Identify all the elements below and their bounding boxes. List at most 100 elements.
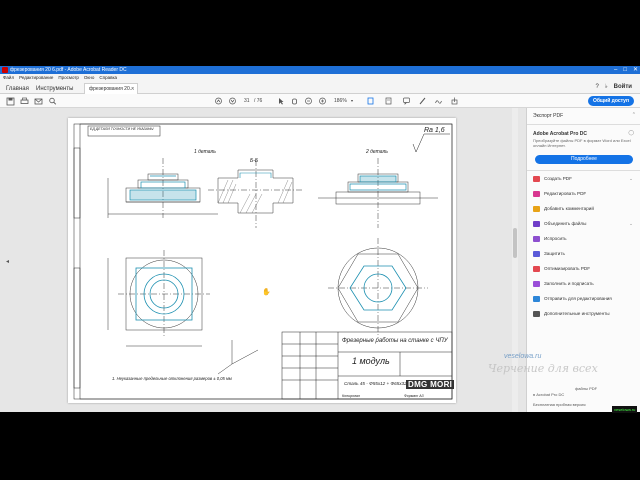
zoom-chevron-down-icon[interactable]: ▾ — [351, 96, 353, 106]
tool-label: Заполнить и подписать — [544, 281, 594, 286]
email-icon[interactable] — [34, 96, 43, 106]
zoom-out-icon[interactable] — [304, 96, 313, 106]
corner-logo: veselowa.ru — [612, 406, 638, 413]
fit-page-icon[interactable] — [366, 96, 375, 106]
help-icon[interactable]: ? — [595, 84, 598, 90]
chevron-down-icon[interactable]: ⌄ — [629, 175, 633, 183]
acrobat-app-icon — [2, 67, 8, 73]
menu-help[interactable]: Справка — [99, 74, 117, 82]
tool-label: Оптимизировать PDF — [544, 266, 591, 271]
section-label: Б-Б — [250, 158, 259, 164]
document-viewer[interactable]: ◂ ЕД ДЕТАЛИ ТОЧНОСТИ НЕ УКАЗАНЫ 1 деталь… — [6, 108, 518, 412]
title-bar: фрезерования 20 6.pdf - Adobe Acrobat Re… — [0, 66, 640, 74]
zoom-in-icon[interactable] — [318, 96, 327, 106]
select-tool-icon[interactable] — [276, 96, 285, 106]
more-tools-icon — [533, 311, 540, 317]
comment-icon — [533, 206, 540, 212]
left-panel-toggle-icon[interactable]: ◂ — [6, 258, 9, 265]
window-title: фрезерования 20 6.pdf - Adobe Acrobat Re… — [10, 67, 127, 73]
prev-page-icon[interactable] — [214, 96, 223, 106]
tool-label: Защитить — [544, 251, 565, 256]
menu-file[interactable]: Файл — [3, 74, 14, 82]
tool-fill-sign[interactable]: Заполнить и подписать — [533, 280, 637, 288]
watermark-brand: Черчение для всех — [488, 362, 598, 375]
product-description: Преобразуйте файлы PDF в формат Word или… — [533, 138, 631, 148]
share-icon[interactable] — [450, 96, 459, 106]
acrobat-window: фрезерования 20 6.pdf - Adobe Acrobat Re… — [0, 66, 640, 412]
document-tab-label: фрезерования 20... — [89, 86, 134, 92]
close-window-button[interactable]: ✕ — [633, 66, 638, 74]
hand-tool-icon[interactable] — [290, 96, 299, 106]
toolbar: 31 / 76 186% ▾ Общий доступ — [0, 94, 640, 108]
tool-protect[interactable]: Защитить — [533, 250, 637, 258]
next-page-icon[interactable] — [228, 96, 237, 106]
tool-label: Дополнительные инструменты — [544, 311, 610, 316]
zoom-level-select[interactable]: 186% — [334, 96, 347, 106]
screen: фрезерования 20 6.pdf - Adobe Acrobat Re… — [0, 0, 640, 480]
page-number-input[interactable]: 31 — [244, 96, 250, 106]
tool-request[interactable]: Испросить — [533, 235, 637, 243]
promo-line-1: файлы PDF — [575, 386, 598, 391]
view-1-label: 1 деталь — [194, 149, 216, 155]
view-2-label: 2 деталь — [366, 149, 388, 155]
technical-drawing — [73, 123, 453, 400]
tool-send-for-review[interactable]: Отправить для редактирования — [533, 295, 637, 303]
scroll-mode-icon[interactable] — [384, 96, 393, 106]
export-pdf-header[interactable]: Экспорт PDF — [533, 113, 563, 119]
sign-icon[interactable] — [434, 96, 443, 106]
tool-combine-files[interactable]: Объединить файлы ⌄ — [533, 220, 637, 228]
tool-more-tools[interactable]: Дополнительные инструменты — [533, 310, 637, 318]
send-icon — [533, 296, 540, 302]
product-name: Adobe Acrobat Pro DC — [533, 131, 587, 137]
hand-cursor-icon: ✋ — [262, 289, 271, 296]
drawing-title: Фрезерные работы на станке с ЧПУ — [342, 338, 448, 344]
scrollbar-thumb[interactable] — [513, 228, 517, 258]
tool-label: Добавить комментарий — [544, 206, 594, 211]
tool-label: Редактировать PDF — [544, 191, 587, 196]
tab-tools[interactable]: Инструменты — [36, 84, 73, 94]
note-text: 1. Неуказанные предельные отклонения раз… — [112, 376, 232, 381]
request-icon — [533, 236, 540, 242]
bell-icon[interactable]: ♭ — [605, 83, 608, 90]
shield-icon — [533, 251, 540, 257]
highlight-pen-icon[interactable] — [418, 96, 427, 106]
dmg-mori-logo: DMG MORI — [406, 380, 455, 389]
minimize-button[interactable]: – — [614, 66, 617, 74]
tool-add-comment[interactable]: Добавить комментарий — [533, 205, 637, 213]
menu-edit[interactable]: Редактирование — [19, 74, 53, 82]
chevron-down-icon[interactable]: ⌄ — [629, 220, 633, 228]
share-button[interactable]: Общий доступ — [587, 96, 634, 106]
tool-label: Отправить для редактирования — [544, 296, 612, 301]
print-icon[interactable] — [20, 96, 29, 106]
pdf-page[interactable]: ЕД ДЕТАЛИ ТОЧНОСТИ НЕ УКАЗАНЫ 1 деталь 2… — [68, 118, 456, 403]
optimize-pdf-icon — [533, 266, 540, 272]
comment-icon[interactable] — [402, 96, 411, 106]
promo-line-3[interactable]: Бесплатная пробная версия — [533, 402, 586, 407]
copied-label: Копировал — [342, 394, 360, 398]
tool-create-pdf[interactable]: Создать PDF ⌄ — [533, 175, 637, 183]
tool-label: Испросить — [544, 236, 567, 241]
sign-in-button[interactable]: Войти — [614, 84, 632, 90]
tabs-bar: Главная Инструменты фрезерования 20... ×… — [0, 82, 640, 94]
divider — [527, 170, 640, 171]
promo-line-2: в Acrobat Pro DC — [533, 392, 565, 397]
tab-home[interactable]: Главная — [6, 84, 29, 94]
search-icon[interactable] — [48, 96, 57, 106]
page-total: / 76 — [254, 98, 263, 104]
close-tab-icon[interactable]: × — [131, 84, 134, 94]
menu-view[interactable]: Просмотр — [58, 74, 79, 82]
drawing-subtitle: 1 модуль — [352, 356, 390, 366]
save-icon[interactable] — [6, 96, 15, 106]
material-text: Сталь 45 - Ф55х12 + Ф65х32 — [344, 381, 407, 386]
tab-document[interactable]: фрезерования 20... × — [84, 83, 138, 94]
tool-label: Объединить файлы — [544, 221, 587, 226]
fill-sign-icon — [533, 281, 540, 287]
tool-edit-pdf[interactable]: Редактировать PDF — [533, 190, 637, 198]
learn-more-button[interactable]: Подробнее — [535, 155, 633, 164]
menu-bar: Файл Редактирование Просмотр Окно Справк… — [0, 74, 640, 82]
menu-window[interactable]: Окно — [84, 74, 94, 82]
maximize-button[interactable]: □ — [623, 66, 627, 74]
watermark-site: veselowa.ru — [504, 353, 542, 360]
tool-optimize-pdf[interactable]: Оптимизировать PDF — [533, 265, 637, 273]
chevron-up-icon[interactable]: ⌃ — [632, 112, 636, 118]
